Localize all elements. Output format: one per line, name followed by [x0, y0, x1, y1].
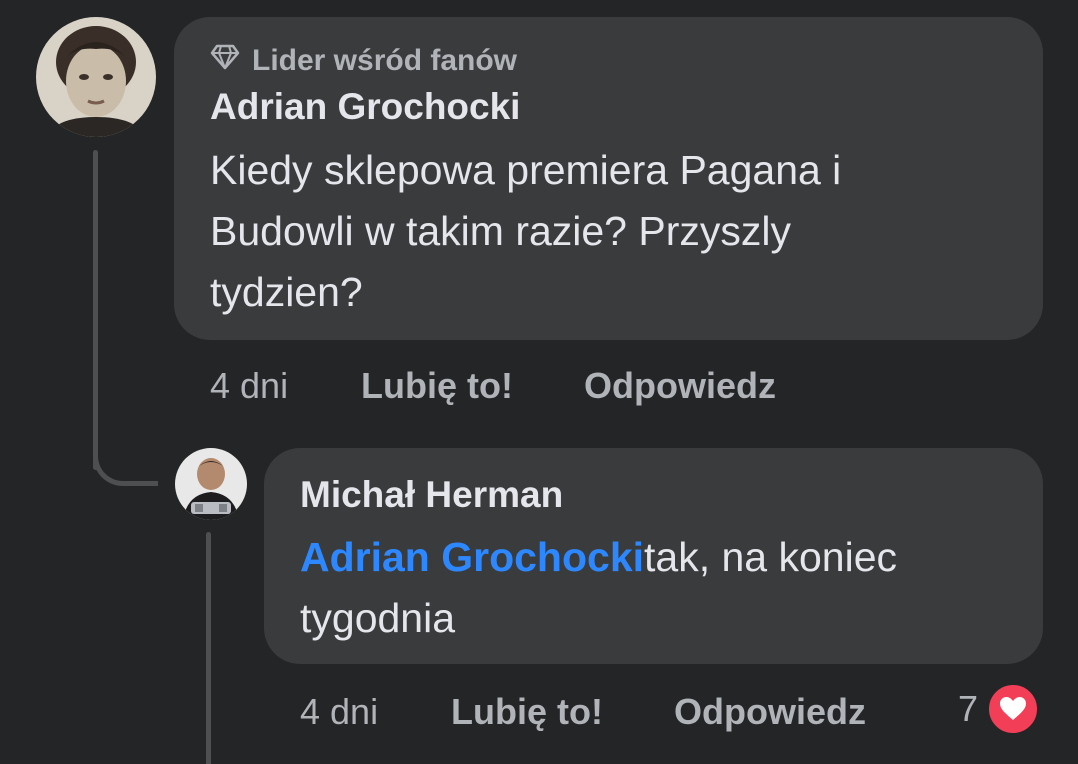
like-button[interactable]: Lubię to! [361, 365, 513, 407]
reply-text-line: tygodnia [300, 595, 456, 641]
avatar[interactable] [36, 17, 156, 137]
comment-text-line: Kiedy sklepowa premiera Pagana i [210, 147, 842, 193]
fan-badge: Lider wśród fanów [210, 44, 517, 78]
reply-text-segment: tak, na koniec [644, 534, 898, 580]
comment-text: Kiedy sklepowa premiera Pagana i Budowli… [210, 140, 1030, 323]
reply-button[interactable]: Odpowiedz [674, 691, 866, 733]
reply-timestamp[interactable]: 4 dni [300, 691, 378, 733]
thread-line-vertical [93, 150, 98, 470]
comment-text-line: Budowli w takim razie? Przyszly [210, 208, 791, 254]
thread-line-curve [93, 450, 158, 486]
reply-author[interactable]: Michał Herman [300, 474, 563, 516]
reply-text: Adrian Grochockitak, na koniec tygodnia [300, 527, 1020, 649]
avatar[interactable] [175, 448, 247, 520]
comment-author[interactable]: Adrian Grochocki [210, 86, 520, 128]
thread-line-reply [206, 532, 211, 764]
heart-icon [986, 682, 1041, 736]
comment-timestamp[interactable]: 4 dni [210, 365, 288, 407]
badge-label: Lider wśród fanów [252, 44, 518, 77]
mention-link[interactable]: Adrian Grochocki [300, 534, 644, 580]
like-button[interactable]: Lubię to! [451, 691, 603, 733]
diamond-icon [210, 44, 240, 78]
reply-button[interactable]: Odpowiedz [584, 365, 776, 407]
comment-text-line: tydzien? [210, 269, 363, 315]
reaction-count: 7 [958, 688, 979, 729]
reaction-summary[interactable]: 7 [958, 682, 1041, 736]
